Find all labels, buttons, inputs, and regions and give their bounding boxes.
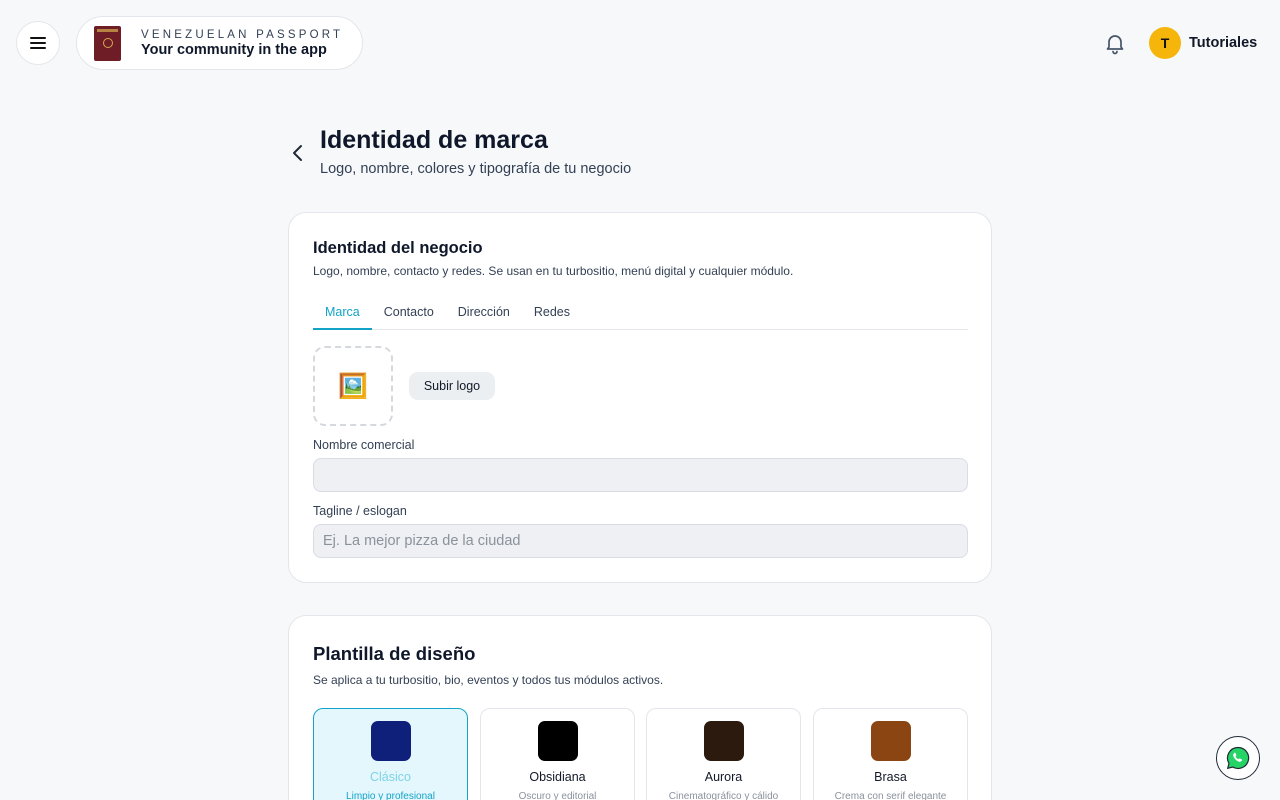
page-title: Identidad de marca	[320, 126, 548, 154]
template-swatch	[370, 721, 411, 761]
tab-direccion[interactable]: Dirección	[446, 297, 522, 330]
brand-pill[interactable]: VENEZUELAN PASSPORT Your community in th…	[76, 16, 363, 70]
template-card-aurora[interactable]: Aurora Cinematográfico y cálido	[646, 708, 801, 800]
templates-card: Plantilla de diseño Se aplica a tu turbo…	[288, 615, 992, 800]
tagline-input[interactable]	[313, 524, 968, 558]
identity-tabs: Marca Contacto Dirección Redes	[313, 297, 968, 330]
page-subtitle: Logo, nombre, colores y tipografía de tu…	[320, 161, 632, 177]
template-card-obsidiana[interactable]: Obsidiana Oscuro y editorial	[480, 708, 635, 800]
template-card-clasico[interactable]: Clásico Limpio y profesional	[313, 708, 468, 800]
bell-icon[interactable]	[1103, 31, 1127, 55]
template-name: Brasa	[874, 770, 907, 784]
tagline-label: Tagline / eslogan	[313, 504, 407, 518]
business-name-label: Nombre comercial	[313, 438, 415, 452]
passport-logo	[94, 25, 121, 61]
identity-title: Identidad del negocio	[313, 239, 483, 257]
template-description: Limpio y profesional	[346, 791, 435, 800]
template-swatch	[703, 721, 744, 761]
avatar: T	[1149, 27, 1181, 59]
brand-text: VENEZUELAN PASSPORT Your community in th…	[141, 28, 343, 59]
template-description: Oscuro y editorial	[518, 791, 597, 800]
templates-description: Se aplica a tu turbositio, bio, eventos …	[313, 673, 664, 687]
template-name: Aurora	[704, 770, 743, 784]
user-name: Tutoriales	[1189, 35, 1258, 51]
tab-contacto[interactable]: Contacto	[372, 297, 446, 330]
logo-dropzone[interactable]: 🖼️	[313, 346, 393, 426]
template-name: Clásico	[370, 770, 411, 784]
upload-logo-button[interactable]: Subir logo	[409, 372, 495, 400]
template-swatch	[870, 721, 911, 761]
tab-marca[interactable]: Marca	[313, 297, 372, 330]
whatsapp-button[interactable]	[1216, 736, 1260, 780]
menu-button[interactable]	[16, 21, 60, 65]
image-icon: 🖼️	[338, 372, 368, 400]
hamburger-icon	[30, 37, 46, 49]
template-description: Cinematográfico y cálido	[668, 791, 779, 800]
templates-title: Plantilla de diseño	[313, 643, 476, 664]
back-arrow-icon[interactable]	[286, 141, 310, 165]
brand-tagline: Your community in the app	[141, 41, 327, 58]
user-menu[interactable]: T Tutoriales	[1149, 27, 1257, 59]
tab-redes[interactable]: Redes	[522, 297, 582, 330]
business-name-input[interactable]	[313, 458, 968, 492]
template-name: Obsidiana	[529, 770, 586, 784]
brand-name: VENEZUELAN PASSPORT	[141, 28, 344, 41]
template-description: Crema con serif elegante	[834, 791, 947, 800]
template-card-brasa[interactable]: Brasa Crema con serif elegante	[813, 708, 968, 800]
whatsapp-icon	[1226, 746, 1250, 770]
identity-description: Logo, nombre, contacto y redes. Se usan …	[313, 264, 794, 278]
identity-card: Identidad del negocio Logo, nombre, cont…	[288, 212, 992, 583]
template-swatch	[537, 721, 578, 761]
